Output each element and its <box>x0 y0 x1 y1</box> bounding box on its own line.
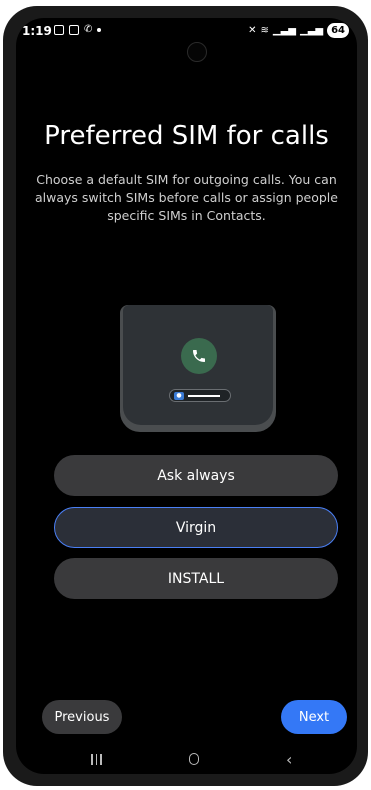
contact-icon: ● <box>174 392 184 400</box>
status-time: 1:19 <box>22 24 52 38</box>
phone-icon: ✆ <box>84 24 93 35</box>
option-virgin[interactable]: Virgin <box>54 507 338 548</box>
screenshot-icon <box>54 24 64 35</box>
next-button[interactable]: Next <box>281 700 347 734</box>
sim-illustration: ● <box>120 305 276 432</box>
camera-cutout <box>187 42 207 62</box>
recent-apps-icon[interactable] <box>91 754 102 765</box>
previous-button[interactable]: Previous <box>42 700 122 734</box>
signal-icon: ▁▃▅ <box>272 25 296 36</box>
mute-icon: ✕ <box>248 25 257 36</box>
back-icon[interactable]: ‹ <box>286 750 292 769</box>
page-description: Choose a default SIM for outgoing calls.… <box>35 172 338 223</box>
dot-icon <box>97 27 102 32</box>
illustration-screen: ● <box>123 305 273 425</box>
wifi-icon: ≋ <box>260 25 269 36</box>
option-install[interactable]: INSTALL <box>54 558 338 599</box>
gallery-icon <box>69 24 79 35</box>
contact-line <box>188 395 220 397</box>
contact-pill: ● <box>169 389 231 402</box>
status-bar: 1:19 ✆ ✕ ≋ ▁▃▅ ▁▃▅ 64 <box>16 18 357 44</box>
battery-indicator: 64 <box>327 23 349 38</box>
status-icons-left: ✆ <box>54 24 102 35</box>
option-ask-always[interactable]: Ask always <box>54 455 338 496</box>
screen: 1:19 ✆ ✕ ≋ ▁▃▅ ▁▃▅ 64 Preferred SIM for … <box>16 18 357 774</box>
page-title: Preferred SIM for calls <box>44 121 329 151</box>
navigation-bar: ‹ <box>16 746 357 774</box>
status-icons-right: ✕ ≋ ▁▃▅ ▁▃▅ 64 <box>248 23 349 38</box>
phone-call-icon <box>181 338 217 374</box>
home-icon[interactable] <box>189 753 199 765</box>
signal-icon-2: ▁▃▅ <box>300 25 324 36</box>
